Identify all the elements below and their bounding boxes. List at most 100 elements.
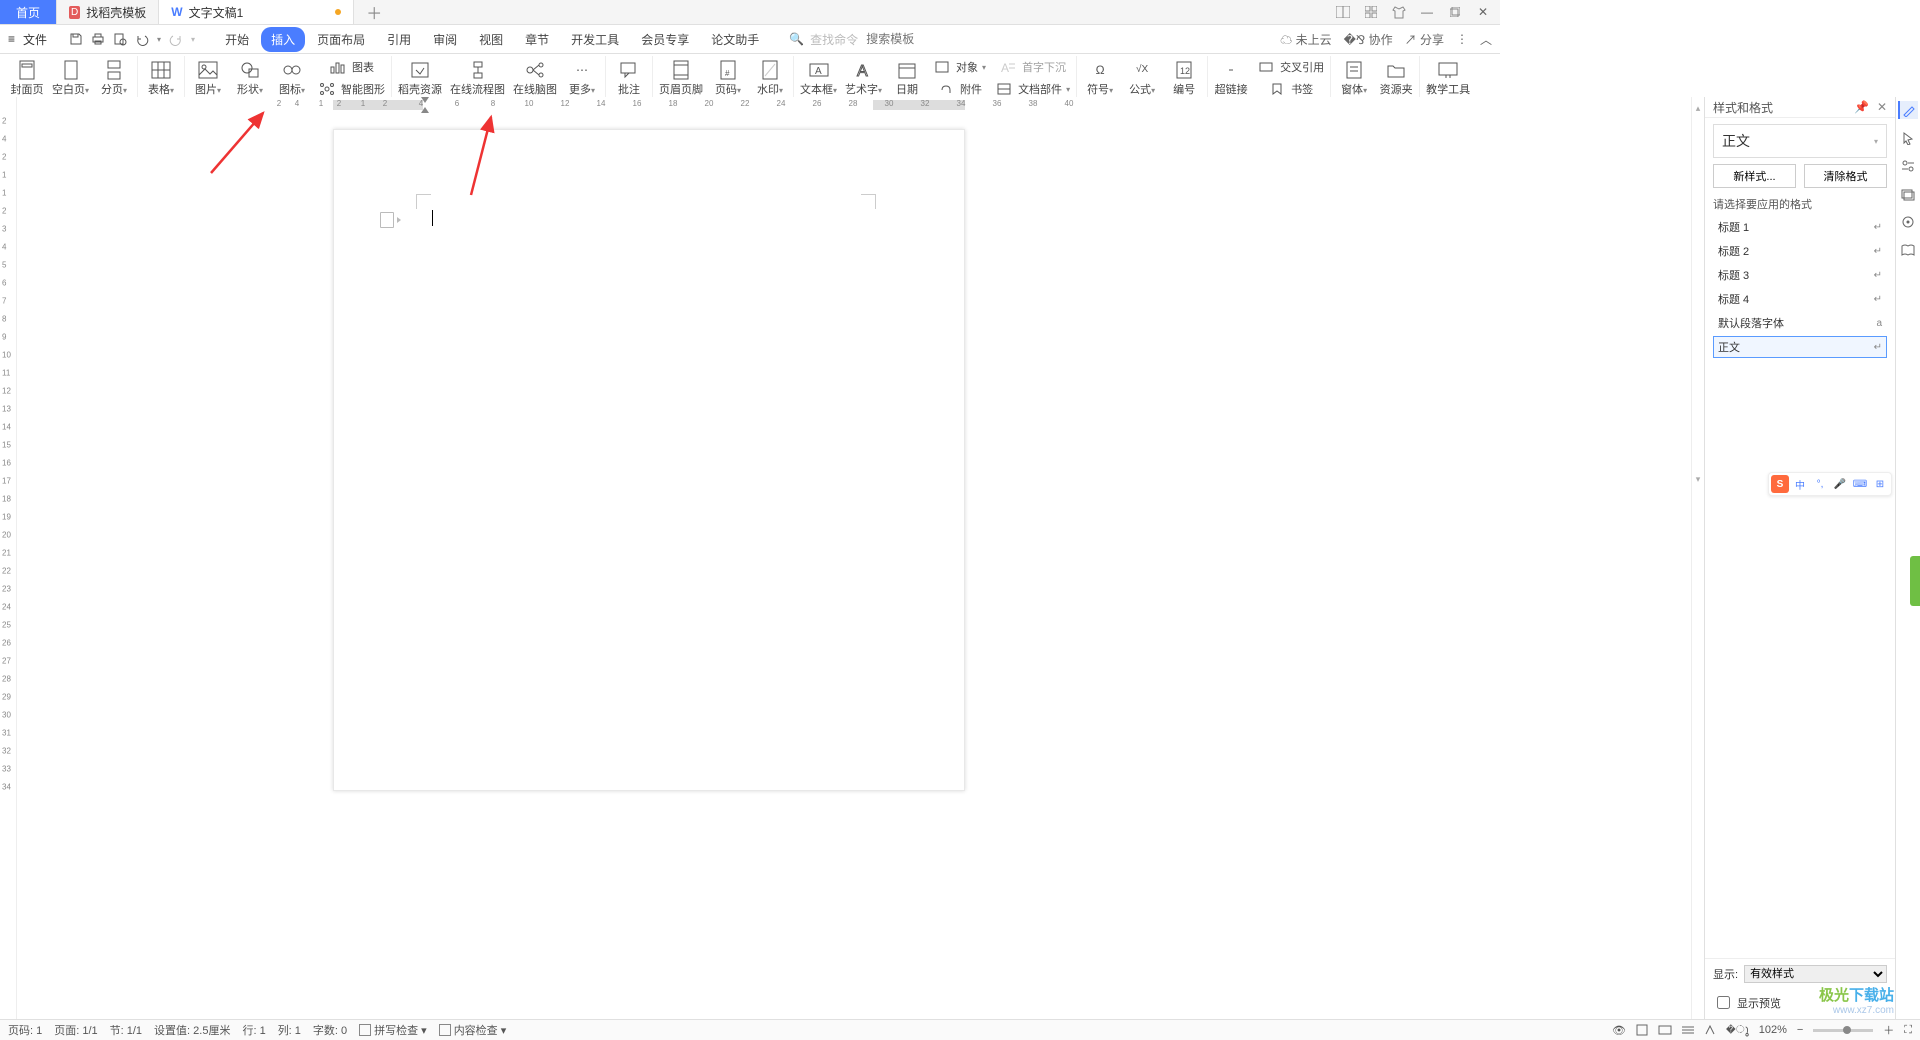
resource-button[interactable]: 资源夹: [1379, 60, 1413, 97]
spellcheck-toggle[interactable]: 拼写检查 ▾: [359, 1022, 427, 1038]
attach-button[interactable]: 附件: [932, 79, 986, 99]
page-number-button[interactable]: #页码▾: [711, 60, 745, 97]
pin-icon[interactable]: 📌: [1854, 100, 1869, 114]
minimize-button[interactable]: —: [1418, 3, 1436, 21]
select-tool-icon[interactable]: [1899, 129, 1917, 147]
layout-icon[interactable]: [1334, 3, 1352, 21]
tab-templates[interactable]: D找稻壳模板: [57, 0, 159, 24]
book-tool-icon[interactable]: [1899, 241, 1917, 259]
style-item[interactable]: 标题 4↵: [1713, 288, 1887, 310]
zoom-slider[interactable]: [1813, 1029, 1873, 1032]
save-icon[interactable]: [69, 32, 83, 46]
pencil-tool-icon[interactable]: [1898, 101, 1918, 119]
ime-toolbar[interactable]: S 中 °, 🎤 ⌨ ⊞: [1768, 472, 1892, 496]
new-style-button[interactable]: 新样式...: [1713, 164, 1796, 188]
teach-button[interactable]: 教学工具: [1426, 60, 1470, 97]
watermark-button[interactable]: 水印▾: [753, 60, 787, 97]
ime-grid-icon[interactable]: ⊞: [1871, 475, 1889, 493]
tab-member[interactable]: 会员专享: [631, 27, 699, 52]
collapse-ribbon[interactable]: ︿: [1480, 31, 1492, 48]
print-icon[interactable]: [91, 32, 105, 46]
tab-thesis[interactable]: 论文助手: [701, 27, 769, 52]
icons-button[interactable]: 图标▾: [275, 60, 309, 97]
layers-tool-icon[interactable]: [1899, 185, 1917, 203]
status-row[interactable]: 行: 1: [242, 1022, 265, 1038]
settings-tool-icon[interactable]: [1899, 157, 1917, 175]
view-read-icon[interactable]: [1704, 1024, 1716, 1036]
hyperlink-button[interactable]: 超链接: [1214, 60, 1248, 97]
redo-icon[interactable]: [169, 32, 183, 46]
header-footer-button[interactable]: 页眉页脚: [659, 60, 703, 97]
tab-layout[interactable]: 页面布局: [307, 27, 375, 52]
show-select[interactable]: 有效样式: [1744, 965, 1887, 983]
collab-button[interactable]: �⅋ 协作: [1344, 31, 1393, 48]
docparts-button[interactable]: 文档部件▾: [994, 79, 1070, 99]
target-tool-icon[interactable]: [1899, 213, 1917, 231]
undo-dropdown[interactable]: ▾: [157, 35, 161, 44]
equation-button[interactable]: √X公式▾: [1125, 60, 1159, 97]
tab-reference[interactable]: 引用: [377, 27, 421, 52]
number-button[interactable]: 12编号: [1167, 60, 1201, 97]
preview-checkbox[interactable]: [1717, 996, 1730, 1009]
indent-marker-bottom[interactable]: [421, 107, 429, 113]
status-setvalue[interactable]: 设置值: 2.5厘米: [154, 1022, 230, 1038]
gutter-down-icon[interactable]: ▾: [1696, 474, 1701, 485]
date-button[interactable]: 日期: [890, 60, 924, 97]
flowchart-button[interactable]: 在线流程图: [450, 60, 505, 97]
ime-mic-icon[interactable]: 🎤: [1831, 475, 1849, 493]
more-button[interactable]: ⋯更多▾: [565, 60, 599, 97]
textbox-button[interactable]: A文本框▾: [800, 60, 837, 97]
form-button[interactable]: 窗体▾: [1337, 60, 1371, 97]
clear-format-button[interactable]: 清除格式: [1804, 164, 1887, 188]
fullscreen-icon[interactable]: ⛶: [1904, 1024, 1912, 1037]
smartart-button[interactable]: 智能图形: [317, 79, 385, 99]
contentcheck-toggle[interactable]: 内容检查 ▾: [439, 1022, 507, 1038]
table-button[interactable]: 表格▾: [144, 60, 178, 97]
indent-marker-top[interactable]: [421, 97, 429, 103]
skin-icon[interactable]: [1390, 3, 1408, 21]
more-menu[interactable]: ⋮: [1456, 32, 1468, 46]
style-item[interactable]: 标题 2↵: [1713, 240, 1887, 262]
tab-document[interactable]: W文字文稿1: [159, 0, 354, 24]
blank-page-button[interactable]: 空白页▾: [52, 60, 89, 97]
paragraph-handle-icon[interactable]: [380, 212, 394, 228]
grid-icon[interactable]: [1362, 3, 1380, 21]
wordart-button[interactable]: A艺术字▾: [845, 60, 882, 97]
maximize-button[interactable]: [1446, 3, 1464, 21]
shapes-button[interactable]: 形状▾: [233, 60, 267, 97]
tab-dev[interactable]: 开发工具: [561, 27, 629, 52]
cover-page-button[interactable]: 封面页: [10, 60, 44, 97]
bookmark-button[interactable]: 书签: [1256, 79, 1324, 99]
style-item[interactable]: 标题 1↵: [1713, 216, 1887, 238]
ime-punct-icon[interactable]: °,: [1811, 475, 1829, 493]
tab-start[interactable]: 开始: [215, 27, 259, 52]
ime-s-icon[interactable]: S: [1771, 475, 1789, 493]
status-col[interactable]: 列: 1: [278, 1022, 301, 1038]
document-page[interactable]: [333, 129, 965, 791]
panel-close-icon[interactable]: ✕: [1877, 100, 1887, 114]
zoom-out-button[interactable]: −: [1797, 1024, 1803, 1036]
eye-icon[interactable]: 👁: [1612, 1024, 1626, 1037]
tab-view[interactable]: 视图: [469, 27, 513, 52]
ime-zh-icon[interactable]: 中: [1791, 475, 1809, 493]
style-item[interactable]: 标题 3↵: [1713, 264, 1887, 286]
comment-button[interactable]: 批注: [612, 60, 646, 97]
style-item[interactable]: 正文↵: [1713, 336, 1887, 358]
dropcap-button[interactable]: A首字下沉: [994, 57, 1070, 77]
xref-button[interactable]: 交叉引用: [1256, 57, 1324, 77]
cloud-status[interactable]: ☁ 未上云: [1280, 31, 1331, 48]
fit-icon[interactable]: �ു: [1726, 1024, 1749, 1037]
mindmap-button[interactable]: 在线脑图: [513, 60, 557, 97]
search-template-input[interactable]: [864, 31, 948, 47]
zoom-value[interactable]: 102%: [1759, 1024, 1787, 1036]
chart-button[interactable]: 图表: [317, 57, 385, 77]
gutter-up-icon[interactable]: ▴: [1696, 103, 1701, 114]
view-outline-icon[interactable]: [1682, 1025, 1694, 1035]
share-button[interactable]: ↗ 分享: [1405, 31, 1444, 48]
close-button[interactable]: ✕: [1474, 3, 1492, 21]
view-web-icon[interactable]: [1658, 1025, 1672, 1035]
view-page-icon[interactable]: [1636, 1024, 1648, 1036]
tab-insert[interactable]: 插入: [261, 27, 305, 52]
redo-dropdown[interactable]: ▾: [191, 35, 195, 44]
current-style-box[interactable]: 正文 ▾: [1713, 124, 1887, 158]
